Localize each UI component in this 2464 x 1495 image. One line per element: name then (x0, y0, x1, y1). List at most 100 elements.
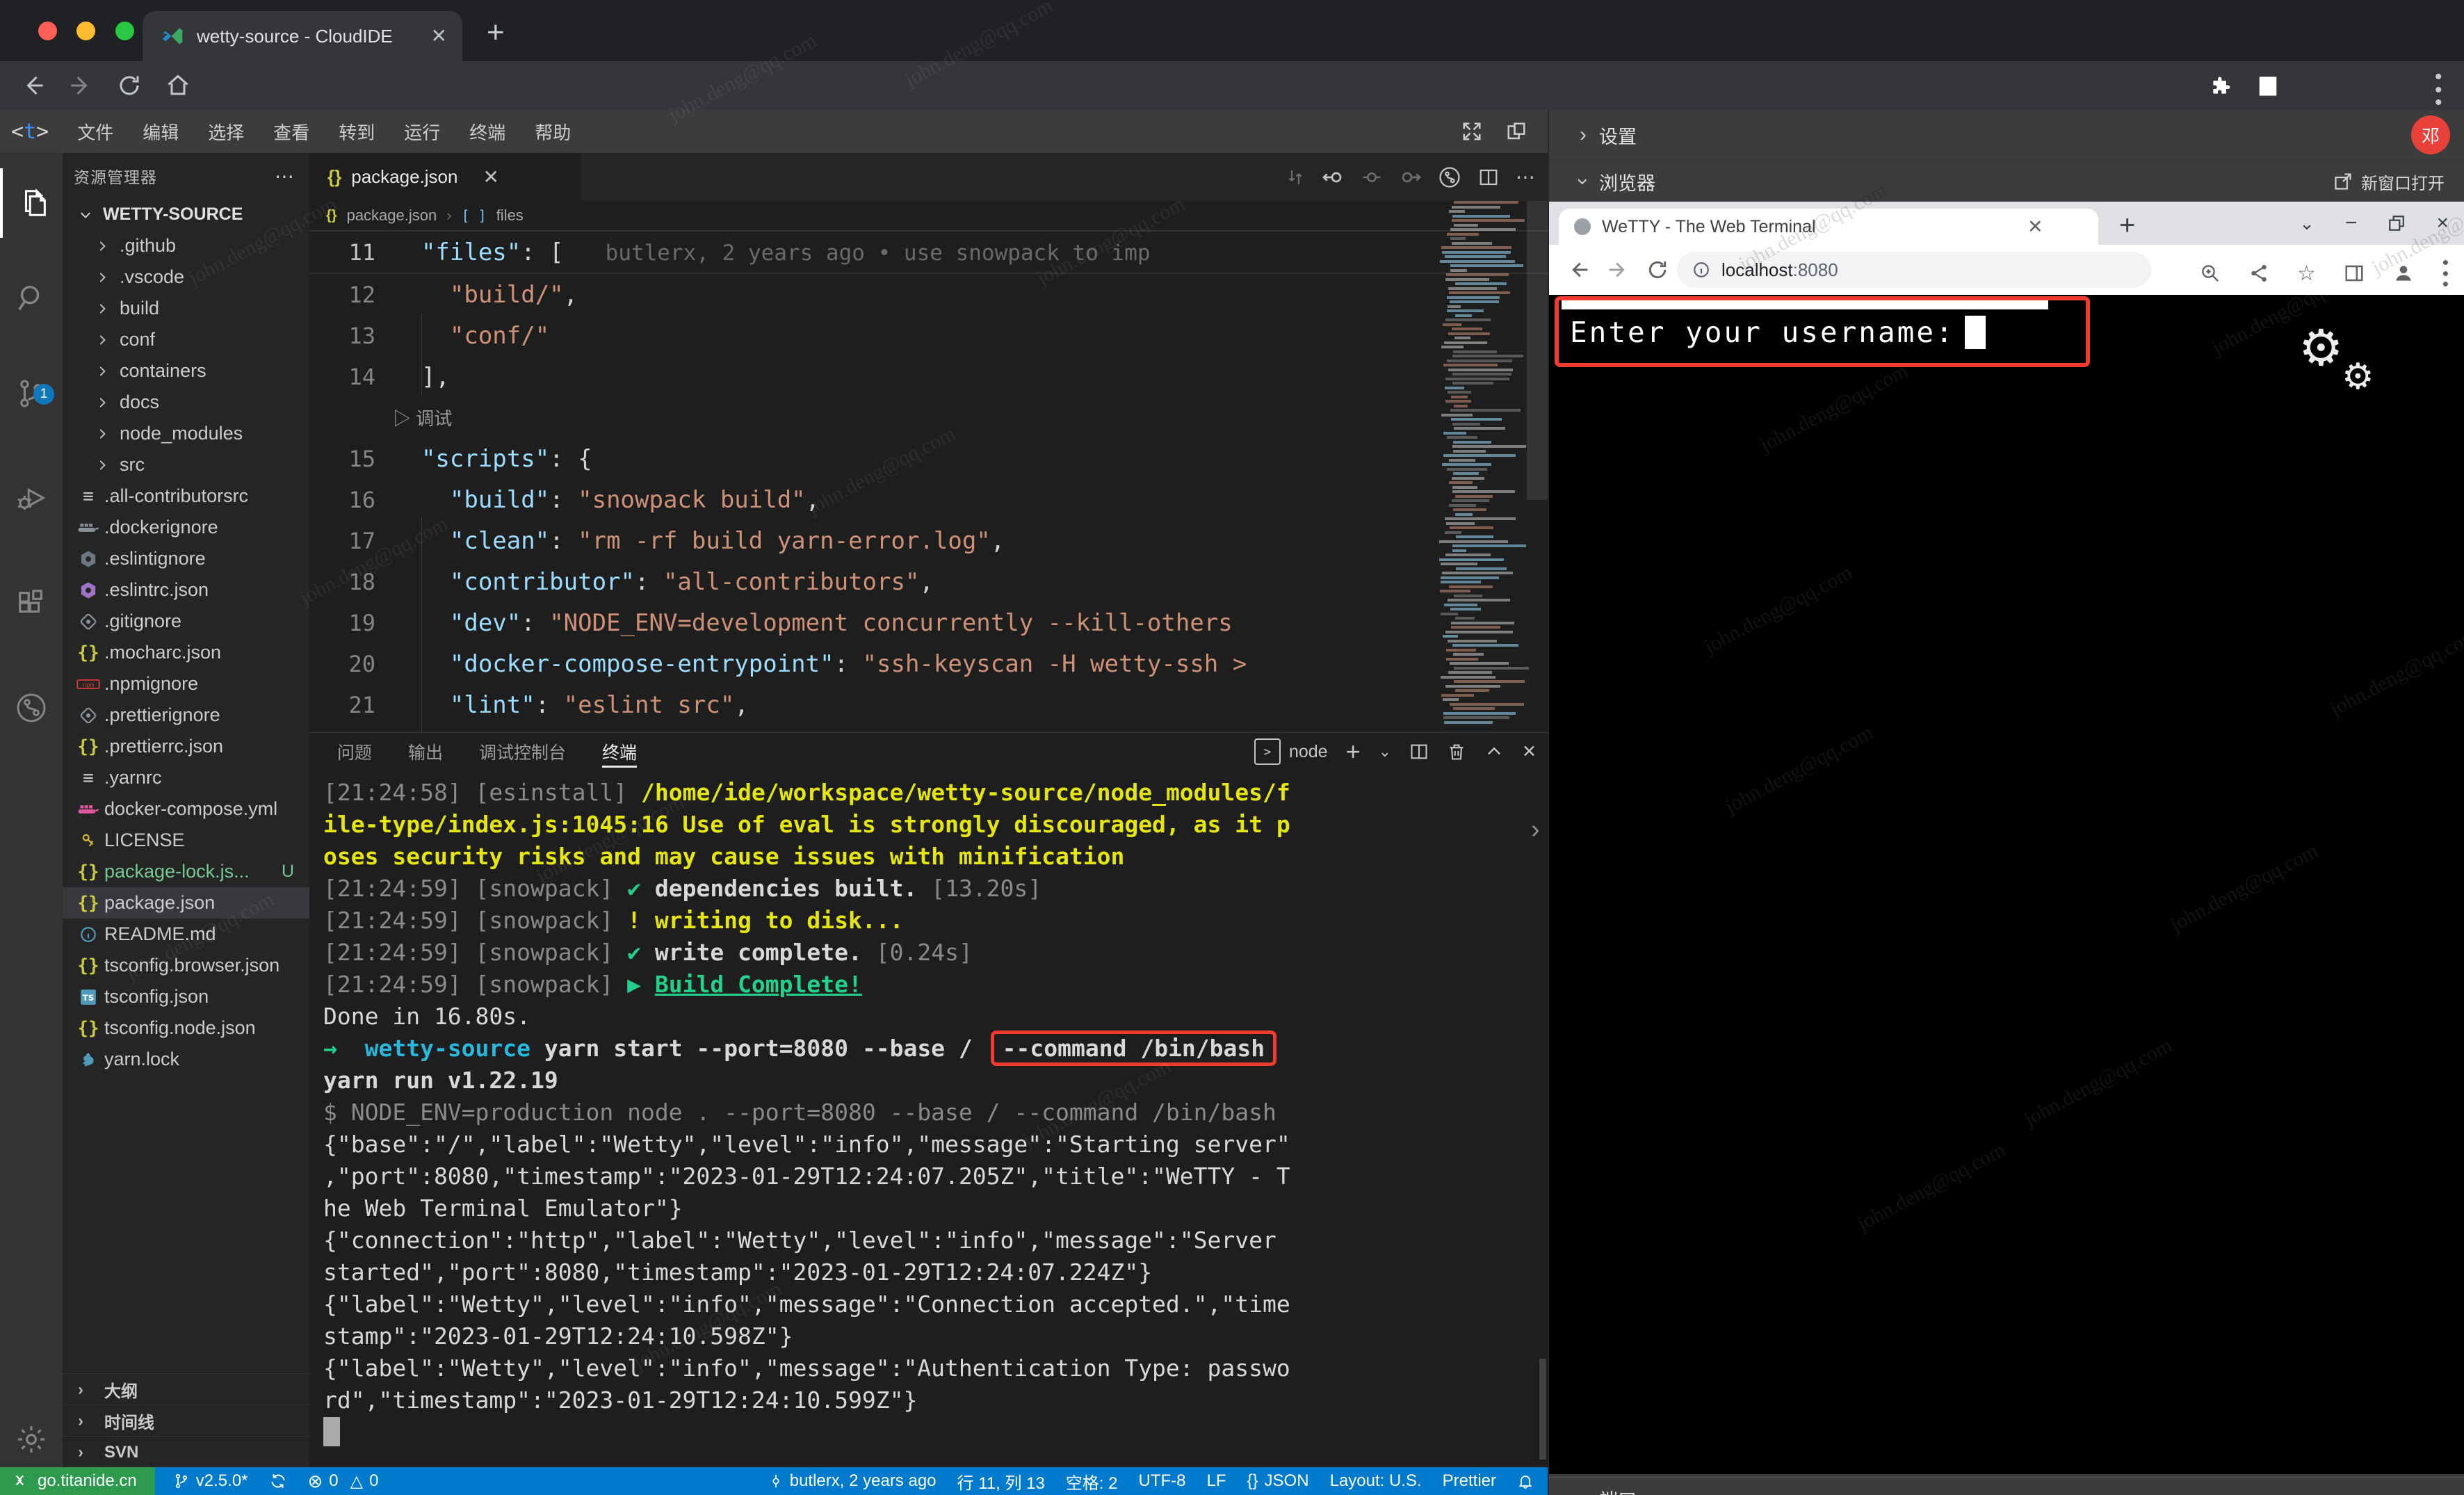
terminal-scrollbar[interactable] (1539, 1359, 1546, 1460)
home-icon[interactable] (165, 73, 191, 98)
tree-file-.dockerignore[interactable]: .dockerignore (63, 512, 309, 543)
terminal-dropdown-chevron-icon[interactable]: ⌄ (1379, 743, 1391, 761)
menu-item-5[interactable]: 运行 (389, 119, 455, 145)
shell-selector[interactable]: > node (1254, 738, 1328, 765)
user-badge[interactable]: 邓 (2411, 115, 2450, 154)
tree-file-README.md[interactable]: README.md (63, 919, 309, 950)
wetty-close-icon[interactable]: × (2436, 211, 2449, 235)
section-ports[interactable]: ›端口 (1549, 1477, 2464, 1495)
extensions-puzzle-icon[interactable] (2210, 75, 2232, 97)
section-browser[interactable]: ›浏览器 新窗口打开 (1549, 161, 2464, 203)
branch-indicator[interactable]: v2.5.0* (173, 1471, 248, 1491)
section-settings[interactable]: ›设置 邓 (1549, 110, 2464, 161)
editor-more-actions-icon[interactable]: ⋯ (1516, 165, 1537, 188)
maximize-panel-chevron-icon[interactable] (1484, 742, 1504, 761)
activity-source-control-icon[interactable]: 1 (0, 359, 63, 428)
tree-file-yarn.lock[interactable]: yarn.lock (63, 1044, 309, 1075)
panel-tab-1[interactable]: 输出 (408, 733, 443, 770)
code-line-11[interactable]: 11 "files": [butlerx, 2 years ago • use … (309, 230, 1548, 274)
code-area[interactable]: 11 "files": [butlerx, 2 years ago • use … (309, 230, 1548, 725)
side-panel-icon[interactable] (2257, 75, 2279, 97)
panel-tab-2[interactable]: 调试控制台 (479, 733, 566, 770)
wetty-forward-icon[interactable] (1607, 259, 1630, 281)
activity-search-icon[interactable] (0, 263, 63, 332)
activity-extensions-icon[interactable] (0, 569, 63, 638)
tree-folder-node_modules[interactable]: node_modules (63, 418, 309, 449)
tree-file-package.json[interactable]: {}package.json (63, 887, 309, 919)
code-line-12[interactable]: 12 "build/", (309, 274, 1548, 315)
tree-file-.eslintignore[interactable]: .eslintignore (63, 543, 309, 574)
wetty-new-tab-icon[interactable]: + (2119, 210, 2135, 241)
code-line-16[interactable]: 16 "build": "snowpack build", (309, 479, 1548, 520)
tree-file-docker-compose.yml[interactable]: docker-compose.yml (63, 793, 309, 825)
tree-folder-.vscode[interactable]: .vscode (63, 261, 309, 293)
code-line-15[interactable]: 15 "scripts": { (309, 438, 1548, 479)
tree-folder-.github[interactable]: .github (63, 230, 309, 261)
close-panel-icon[interactable]: ✕ (1522, 741, 1537, 762)
code-line-14[interactable]: 14 ], (309, 356, 1548, 397)
terminal-output[interactable]: [21:24:58] [esinstall] /home/ide/workspa… (323, 776, 1533, 1448)
section-timeline[interactable]: ›时间线 (63, 1405, 309, 1437)
browser-tab[interactable]: wetty-source - CloudIDE ✕ (143, 11, 462, 61)
tree-folder-conf[interactable]: conf (63, 324, 309, 355)
wetty-reload-icon[interactable] (1646, 259, 1669, 281)
tree-file-tsconfig.json[interactable]: TStsconfig.json (63, 981, 309, 1012)
kill-terminal-trash-icon[interactable] (1447, 742, 1466, 761)
current-change-icon[interactable] (1361, 167, 1382, 188)
breadcrumb[interactable]: {} package.json › [ ] files (326, 201, 524, 230)
wetty-side-panel-icon[interactable] (2344, 263, 2365, 284)
maximize-window-button[interactable] (115, 22, 134, 40)
fullscreen-icon[interactable] (1461, 121, 1482, 142)
tab-close-icon[interactable]: ✕ (431, 26, 447, 46)
code-line-19[interactable]: 19 "dev": "NODE_ENV=development concurre… (309, 602, 1548, 643)
back-icon[interactable] (21, 73, 46, 98)
wetty-terminal-screen[interactable]: Enter your username: ⚙ ⚙ (1549, 295, 2464, 1474)
editor-tab-package-json[interactable]: {} package.json ✕ (309, 153, 581, 201)
next-change-icon[interactable] (1399, 166, 1421, 188)
previous-change-icon[interactable] (1322, 166, 1345, 188)
menu-item-7[interactable]: 帮助 (520, 119, 585, 145)
new-terminal-icon[interactable]: + (1346, 737, 1361, 766)
tree-folder-docs[interactable]: docs (63, 387, 309, 418)
tree-folder-containers[interactable]: containers (63, 355, 309, 387)
problems-indicator[interactable]: ⊗0 △0 (308, 1471, 379, 1492)
encoding-setting[interactable]: UTF-8 (1139, 1471, 1186, 1491)
tree-folder-build[interactable]: build (63, 293, 309, 324)
panel-tab-3[interactable]: 终端 (602, 733, 637, 770)
tree-folder-src[interactable]: src (63, 449, 309, 480)
new-tab-button[interactable]: + (487, 15, 505, 50)
code-line-21[interactable]: 21 "lint": "eslint src", (309, 684, 1548, 725)
wetty-minimize-icon[interactable]: − (2345, 211, 2358, 235)
tree-file-.gitignore[interactable]: .gitignore (63, 606, 309, 637)
browser-menu-kebab-icon[interactable]: ••• (2435, 71, 2442, 110)
close-window-button[interactable] (38, 22, 57, 40)
split-editor-icon[interactable] (1478, 167, 1499, 188)
activity-svn-icon[interactable] (0, 673, 63, 743)
code-line-17[interactable]: 17 "clean": "rm -rf build yarn-error.log… (309, 520, 1548, 561)
tree-file-.prettierignore[interactable]: .prettierignore (63, 700, 309, 731)
menu-item-2[interactable]: 选择 (193, 119, 259, 145)
split-terminal-icon[interactable] (1409, 742, 1429, 761)
wetty-profile-icon[interactable] (2392, 262, 2415, 284)
tree-file-.yarnrc[interactable]: ≡.yarnrc (63, 762, 309, 793)
sync-button[interactable] (269, 1472, 287, 1490)
layout-toggle-icon[interactable] (1506, 121, 1527, 142)
formatter-indicator[interactable]: Prettier (1443, 1471, 1496, 1491)
eol-setting[interactable]: LF (1207, 1471, 1226, 1491)
panel-sash-chevron-icon[interactable]: › (1531, 815, 1540, 845)
wetty-share-icon[interactable] (2248, 263, 2269, 284)
settings-gear-icon[interactable] (0, 1405, 63, 1474)
code-line-20[interactable]: 20 "docker-compose-entrypoint": "ssh-key… (309, 643, 1548, 684)
breadcrumb-symbol[interactable]: files (496, 207, 524, 225)
tree-file-.npmignore[interactable]: npm.npmignore (63, 668, 309, 700)
notifications-bell-icon[interactable] (1517, 1473, 1534, 1489)
minimap[interactable] (1436, 201, 1527, 732)
compare-changes-icon[interactable] (1285, 167, 1306, 188)
section-svn[interactable]: ›SVN (63, 1436, 309, 1467)
window-controls[interactable] (38, 22, 151, 44)
panel-tab-0[interactable]: 问题 (337, 733, 372, 770)
svn-blame-icon[interactable] (1438, 165, 1461, 189)
tree-file-.eslintrc.json[interactable]: .eslintrc.json (63, 574, 309, 606)
wetty-tab-close-icon[interactable]: ✕ (2027, 216, 2043, 238)
wetty-back-icon[interactable] (1567, 259, 1589, 281)
